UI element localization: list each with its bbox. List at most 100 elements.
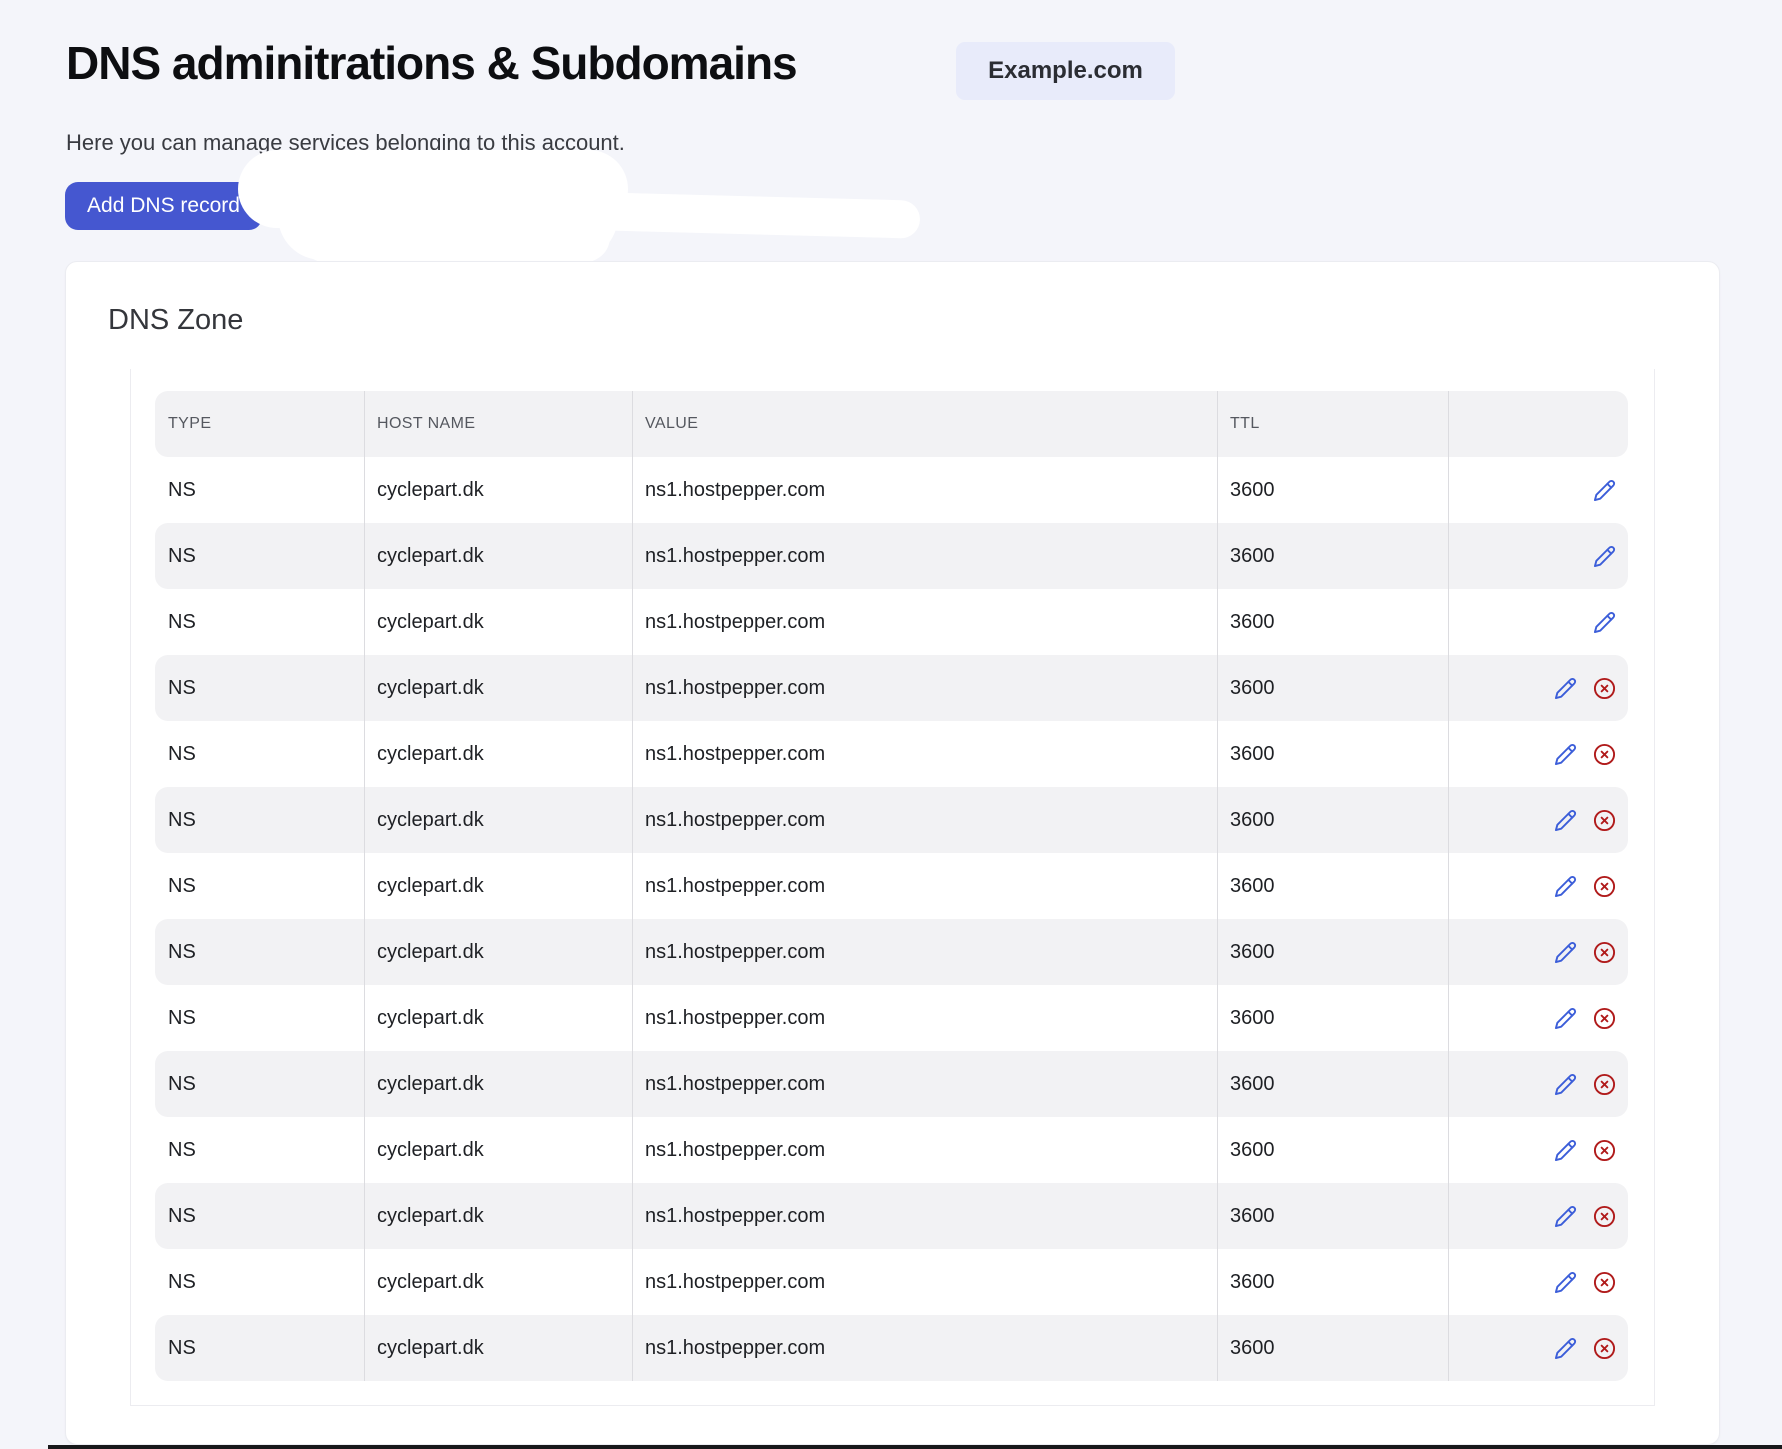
cell-ttl: 3600 [1217,677,1448,700]
delete-record-button[interactable] [1593,875,1616,898]
cell-ttl: 3600 [1217,545,1448,568]
delete-record-button[interactable] [1593,1337,1616,1360]
cell-value: ns1.hostpepper.com [632,611,1217,634]
edit-record-button[interactable] [1554,743,1577,766]
cell-host-name: cyclepart.dk [364,875,632,898]
table-row: NS cyclepart.dk ns1.hostpepper.com 3600 [155,523,1628,589]
edit-record-button[interactable] [1554,1007,1577,1030]
edit-record-button[interactable] [1593,545,1616,568]
pencil-icon [1554,809,1577,832]
cell-host-name: cyclepart.dk [364,1337,632,1360]
delete-record-button[interactable] [1593,809,1616,832]
table-body: NS cyclepart.dk ns1.hostpepper.com 3600 … [155,457,1628,1381]
delete-record-button[interactable] [1593,1271,1616,1294]
cell-value: ns1.hostpepper.com [632,743,1217,766]
delete-record-button[interactable] [1593,677,1616,700]
column-header-value: VALUE [632,415,1217,433]
delete-record-button[interactable] [1593,743,1616,766]
cell-ttl: 3600 [1217,611,1448,634]
cell-ttl: 3600 [1217,743,1448,766]
cell-ttl: 3600 [1217,809,1448,832]
cell-value: ns1.hostpepper.com [632,809,1217,832]
edit-record-button[interactable] [1554,809,1577,832]
cell-type: NS [155,479,364,502]
delete-record-button[interactable] [1593,1205,1616,1228]
cell-type: NS [155,1271,364,1294]
pencil-icon [1554,1271,1577,1294]
delete-record-button[interactable] [1593,1007,1616,1030]
table-row: NS cyclepart.dk ns1.hostpepper.com 3600 [155,655,1628,721]
pencil-icon [1554,1205,1577,1228]
cell-type: NS [155,809,364,832]
table-row: NS cyclepart.dk ns1.hostpepper.com 3600 [155,1117,1628,1183]
cell-actions [1448,1205,1628,1228]
cell-type: NS [155,1337,364,1360]
cell-ttl: 3600 [1217,1007,1448,1030]
cell-host-name: cyclepart.dk [364,743,632,766]
cell-actions [1448,1007,1628,1030]
cell-actions [1448,809,1628,832]
cell-host-name: cyclepart.dk [364,1073,632,1096]
delete-record-button[interactable] [1593,1073,1616,1096]
edit-record-button[interactable] [1593,479,1616,502]
pencil-icon [1554,677,1577,700]
edit-record-button[interactable] [1554,1271,1577,1294]
cell-type: NS [155,1007,364,1030]
domain-badge: Example.com [956,42,1175,100]
column-header-host-name: HOST NAME [364,415,632,433]
table-row: NS cyclepart.dk ns1.hostpepper.com 3600 [155,1249,1628,1315]
dns-table-wrapper: TYPE HOST NAME VALUE TTL NS cyclepart.dk… [130,369,1655,1406]
cell-value: ns1.hostpepper.com [632,479,1217,502]
cell-host-name: cyclepart.dk [364,677,632,700]
circle-x-icon [1593,677,1616,700]
cell-type: NS [155,941,364,964]
cell-ttl: 3600 [1217,1073,1448,1096]
pencil-icon [1554,1337,1577,1360]
table-row: NS cyclepart.dk ns1.hostpepper.com 3600 [155,853,1628,919]
edit-record-button[interactable] [1554,1337,1577,1360]
add-dns-record-button[interactable]: Add DNS record [65,182,262,230]
add-dns-record-label: Add DNS record [87,194,240,218]
cell-ttl: 3600 [1217,1139,1448,1162]
edit-record-button[interactable] [1554,1139,1577,1162]
cell-actions [1448,677,1628,700]
column-header-ttl: TTL [1217,415,1448,433]
edit-record-button[interactable] [1593,611,1616,634]
cell-value: ns1.hostpepper.com [632,875,1217,898]
cell-actions [1448,1139,1628,1162]
edit-record-button[interactable] [1554,1073,1577,1096]
cell-actions [1448,1271,1628,1294]
cell-ttl: 3600 [1217,1271,1448,1294]
cell-ttl: 3600 [1217,875,1448,898]
cell-type: NS [155,875,364,898]
edit-record-button[interactable] [1554,1205,1577,1228]
cell-ttl: 3600 [1217,479,1448,502]
cell-host-name: cyclepart.dk [364,545,632,568]
circle-x-icon [1593,1337,1616,1360]
edit-record-button[interactable] [1554,875,1577,898]
table-row: NS cyclepart.dk ns1.hostpepper.com 3600 [155,1315,1628,1381]
edit-record-button[interactable] [1554,941,1577,964]
cell-host-name: cyclepart.dk [364,809,632,832]
cell-type: NS [155,677,364,700]
page-title: DNS adminitrations & Subdomains [66,36,797,90]
table-row: NS cyclepart.dk ns1.hostpepper.com 3600 [155,985,1628,1051]
cell-ttl: 3600 [1217,1337,1448,1360]
circle-x-icon [1593,1205,1616,1228]
delete-record-button[interactable] [1593,941,1616,964]
pencil-icon [1554,1139,1577,1162]
pencil-icon [1554,1073,1577,1096]
cell-value: ns1.hostpepper.com [632,677,1217,700]
edit-record-button[interactable] [1554,677,1577,700]
table-row: NS cyclepart.dk ns1.hostpepper.com 3600 [155,919,1628,985]
delete-record-button[interactable] [1593,1139,1616,1162]
circle-x-icon [1593,875,1616,898]
cell-actions [1448,611,1628,634]
cell-actions [1448,743,1628,766]
circle-x-icon [1593,1271,1616,1294]
cell-host-name: cyclepart.dk [364,941,632,964]
cell-host-name: cyclepart.dk [364,1139,632,1162]
cell-ttl: 3600 [1217,1205,1448,1228]
cell-value: ns1.hostpepper.com [632,1205,1217,1228]
cell-type: NS [155,1205,364,1228]
